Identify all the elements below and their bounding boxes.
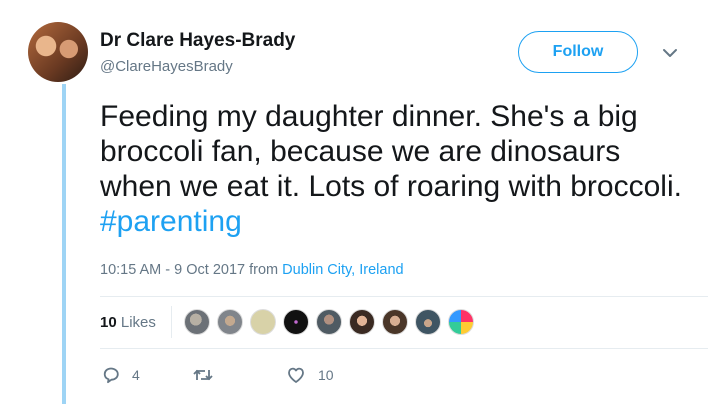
- tweet-body: Feeding my daughter dinner. She's a big …: [100, 100, 682, 203]
- tweet-actions: 4 10: [100, 366, 400, 390]
- liker-avatars: [184, 309, 481, 335]
- author-avatar[interactable]: [28, 22, 88, 82]
- hashtag-link[interactable]: #parenting: [100, 205, 242, 238]
- chevron-down-icon[interactable]: [660, 44, 680, 62]
- reply-count: 4: [132, 367, 140, 383]
- liker-avatar[interactable]: [415, 309, 441, 335]
- liker-avatar[interactable]: [184, 309, 210, 335]
- likes-label: Likes: [120, 314, 156, 331]
- liker-avatar[interactable]: [382, 309, 408, 335]
- reply-icon: [103, 367, 119, 384]
- author-handle[interactable]: @ClareHayesBrady: [100, 58, 233, 75]
- divider: [171, 306, 172, 338]
- follow-button[interactable]: Follow: [518, 31, 638, 73]
- liker-avatar[interactable]: [283, 309, 309, 335]
- like-count: 10: [318, 367, 334, 383]
- reply-button[interactable]: 4: [102, 366, 140, 384]
- divider: [100, 348, 708, 349]
- retweet-button[interactable]: [192, 366, 226, 384]
- liker-avatar[interactable]: [250, 309, 276, 335]
- liker-avatar[interactable]: [217, 309, 243, 335]
- retweet-icon: [193, 369, 213, 381]
- liker-avatar[interactable]: [316, 309, 342, 335]
- author-name[interactable]: Dr Clare Hayes-Brady: [100, 30, 295, 52]
- heart-icon: [288, 367, 304, 383]
- tweet-metadata: 10:15 AM - 9 Oct 2017 from Dublin City, …: [100, 262, 404, 278]
- divider: [100, 296, 708, 297]
- like-button[interactable]: 10: [286, 366, 334, 384]
- liker-avatar[interactable]: [448, 309, 474, 335]
- from-label: from: [249, 262, 279, 278]
- likes-count: 10: [100, 314, 117, 331]
- likes-summary[interactable]: 10 Likes: [100, 314, 156, 331]
- location-link[interactable]: Dublin City, Ireland: [282, 262, 403, 278]
- tweet-text: Feeding my daughter dinner. She's a big …: [100, 99, 700, 239]
- thread-line: [62, 84, 66, 404]
- liker-avatar[interactable]: [349, 309, 375, 335]
- tweet-timestamp[interactable]: 10:15 AM - 9 Oct 2017: [100, 262, 245, 278]
